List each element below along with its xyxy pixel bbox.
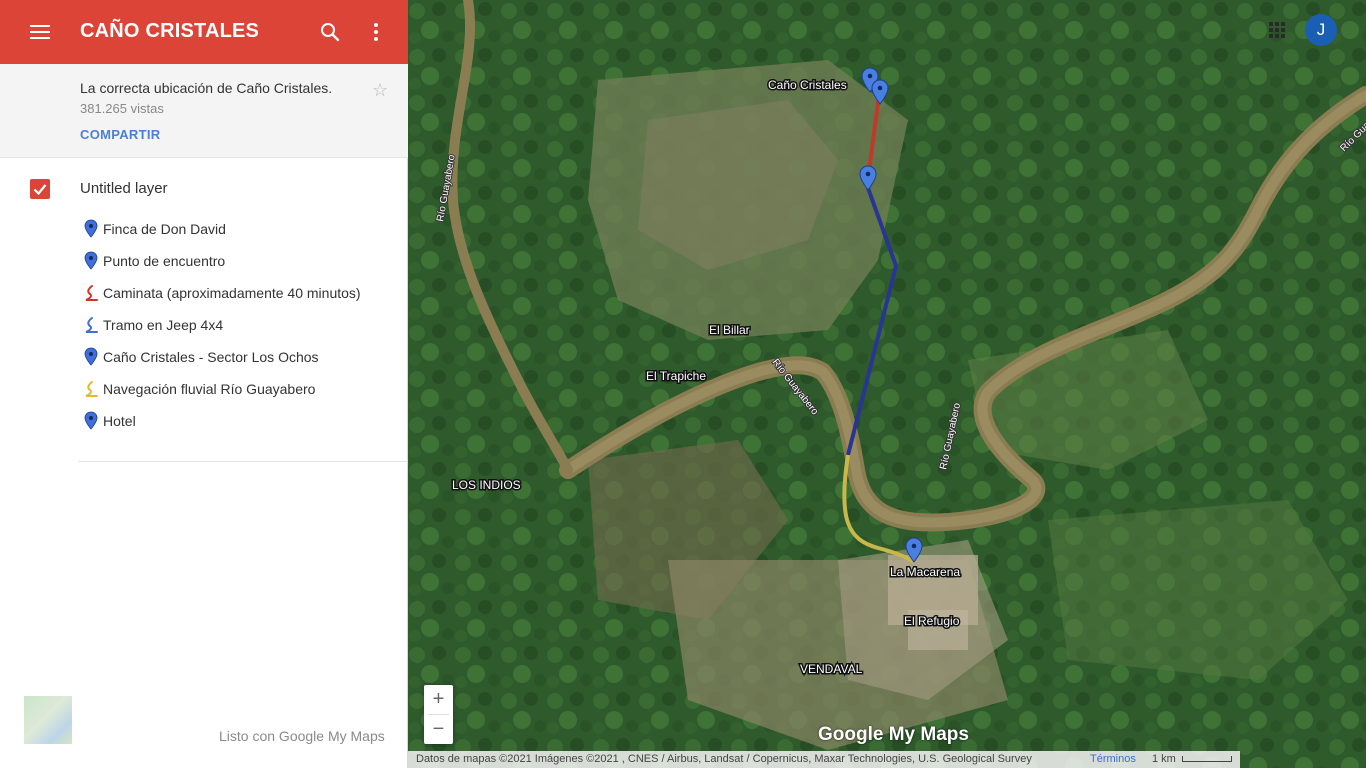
satellite-map: Caño Cristales El Billar El Trapiche LOS… (408, 0, 1366, 768)
map-title: CAÑO CRISTALES (80, 20, 260, 42)
layer-checkbox[interactable] (30, 179, 50, 199)
layer-item-list: Finca de Don David Punto de encuentro Ca… (80, 213, 400, 437)
blue-pin-icon (82, 251, 100, 271)
blue-pin-icon (82, 219, 100, 239)
zoom-out-button[interactable]: − (424, 715, 453, 744)
list-item[interactable]: Punto de encuentro (80, 245, 400, 277)
layer-item-label: Tramo en Jeep 4x4 (103, 317, 224, 333)
terms-link[interactable]: Términos (1090, 751, 1136, 768)
layer-item-label: Caminata (aproximadamente 40 minutos) (103, 285, 361, 301)
apps-grid-icon[interactable] (1267, 20, 1287, 40)
sidebar-panel: CAÑO CRISTALES La correcta ubicación de … (0, 0, 408, 768)
blue-pin-icon (82, 411, 100, 431)
yellow-route-icon (82, 379, 100, 399)
layer-item-label: Punto de encuentro (103, 253, 226, 269)
zoom-control: + − (424, 685, 453, 744)
attribution-bar: Datos de mapas ©2021 Imágenes ©2021 , CN… (408, 751, 1240, 768)
attribution-text: Datos de mapas ©2021 Imágenes ©2021 , CN… (416, 753, 1032, 765)
red-route-icon (82, 283, 100, 303)
map-description: La correcta ubicación de Caño Cristales. (80, 80, 333, 96)
scale-bar (1182, 756, 1232, 762)
label-el-refugio: El Refugio (904, 614, 960, 628)
layer-item-label: Finca de Don David (103, 221, 226, 237)
more-vert-icon[interactable] (362, 18, 390, 46)
star-outline-icon[interactable]: ☆ (372, 80, 388, 101)
layer-title[interactable]: Untitled layer (80, 180, 168, 197)
list-item[interactable]: Finca de Don David (80, 213, 400, 245)
layer-item-label: Caño Cristales - Sector Los Ochos (103, 349, 319, 365)
map-canvas[interactable]: Caño Cristales El Billar El Trapiche LOS… (408, 0, 1366, 768)
label-cano-cristales: Caño Cristales (768, 78, 847, 92)
layer-item-label: Hotel (103, 413, 136, 429)
blue-route-icon (82, 315, 100, 335)
search-icon[interactable] (316, 18, 344, 46)
basemap-thumbnail[interactable] (24, 696, 72, 744)
layer-item-label: Navegación fluvial Río Guayabero (103, 381, 316, 397)
label-el-trapiche: El Trapiche (646, 369, 706, 383)
view-count: 381.265 vistas (80, 101, 164, 116)
list-item[interactable]: Navegación fluvial Río Guayabero (80, 373, 400, 405)
menu-icon[interactable] (24, 20, 56, 44)
sidebar-header: CAÑO CRISTALES (0, 0, 408, 64)
label-el-billar: El Billar (709, 323, 750, 337)
share-button[interactable]: COMPARTIR (80, 127, 160, 142)
scale-label: 1 km (1152, 753, 1176, 765)
list-item[interactable]: Caño Cristales - Sector Los Ochos (80, 341, 400, 373)
list-item[interactable]: Hotel (80, 405, 400, 437)
list-item[interactable]: Tramo en Jeep 4x4 (80, 309, 400, 341)
zoom-in-button[interactable]: + (424, 685, 453, 714)
list-item[interactable]: Caminata (aproximadamente 40 minutos) (80, 277, 400, 309)
label-los-indios: LOS INDIOS (452, 478, 521, 492)
label-vendaval: VENDAVAL (800, 662, 863, 676)
label-la-macarena: La Macarena (890, 565, 960, 579)
avatar[interactable]: J (1305, 14, 1337, 46)
map-info-section: La correcta ubicación de Caño Cristales.… (0, 64, 408, 158)
google-my-maps-logo: Google My Maps (818, 724, 969, 745)
blue-pin-icon (82, 347, 100, 367)
app-root: CAÑO CRISTALES La correcta ubicación de … (0, 0, 1366, 768)
divider (78, 461, 408, 462)
made-with-label: Listo con Google My Maps (219, 728, 385, 744)
